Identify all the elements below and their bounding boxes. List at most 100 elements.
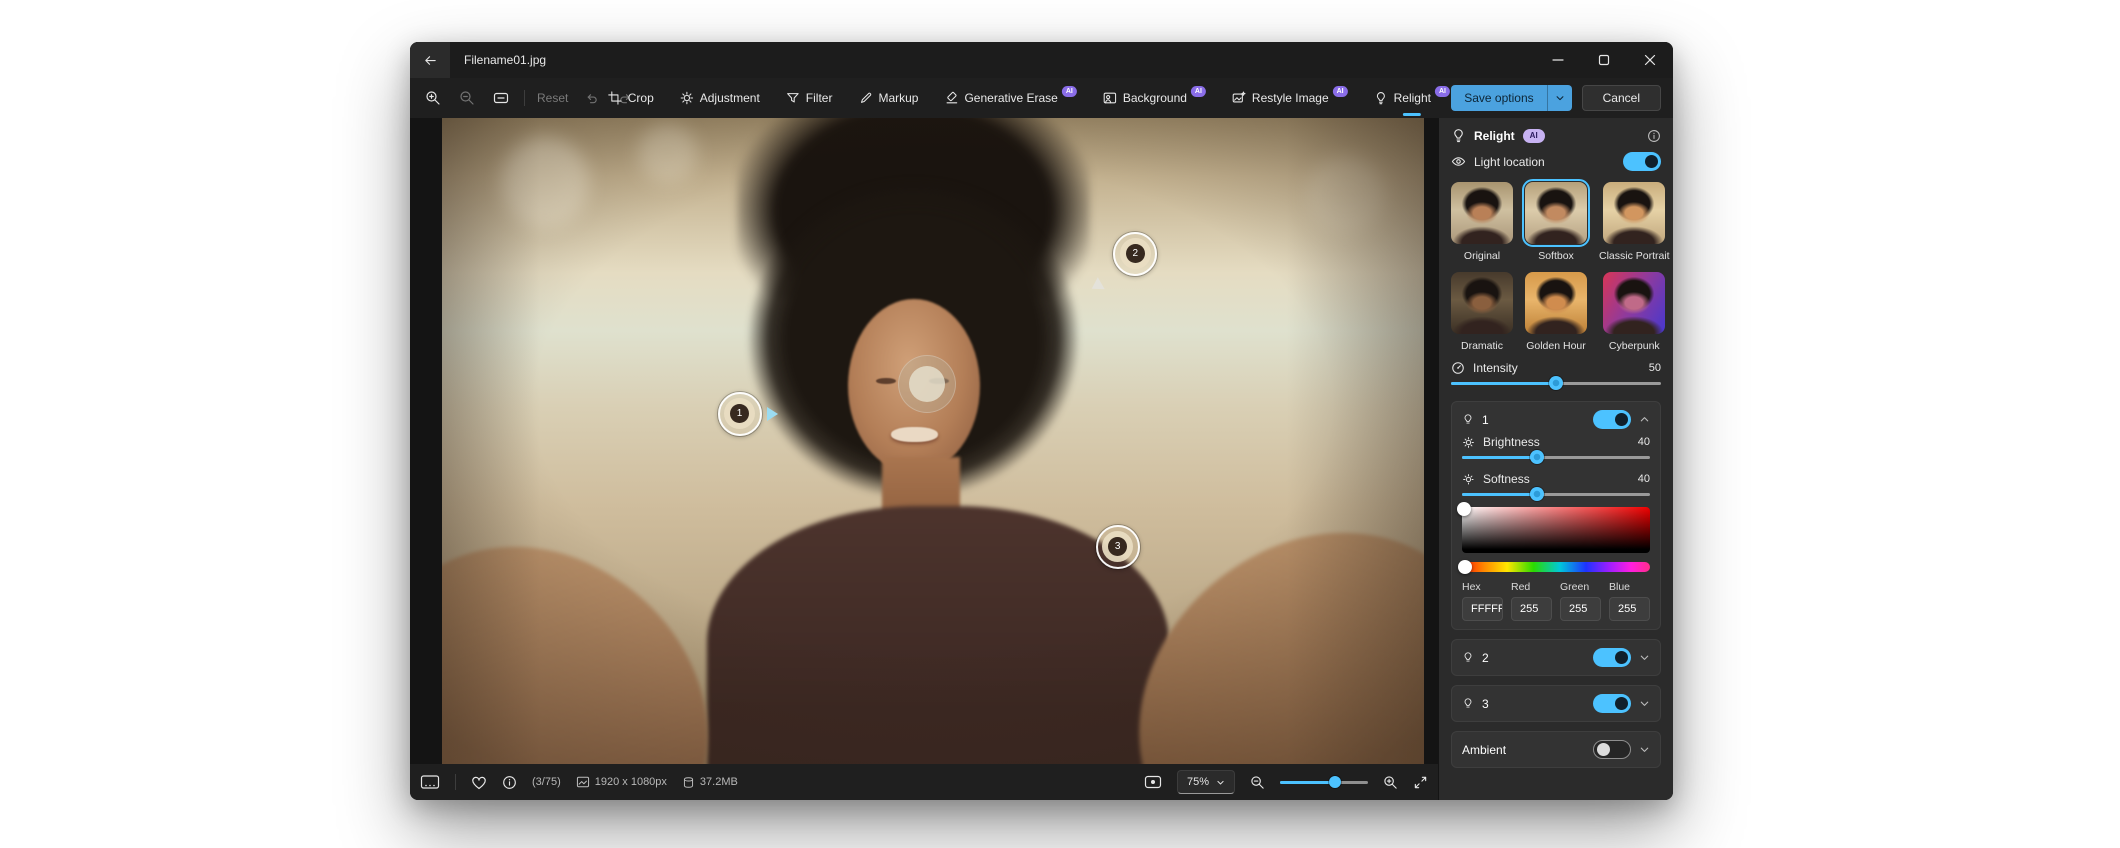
softness-slider-thumb[interactable]: [1530, 487, 1544, 501]
zoom-slider[interactable]: [1280, 781, 1368, 784]
preset-golden-hour[interactable]: Golden Hour: [1525, 272, 1587, 352]
light-2-toggle[interactable]: [1593, 648, 1631, 667]
brightness-slider-thumb[interactable]: [1530, 450, 1544, 464]
relight-presets: Original Softbox Classic Portrait Dramat…: [1451, 182, 1661, 352]
chevron-up-icon[interactable]: [1639, 414, 1650, 425]
brightness-slider[interactable]: [1462, 450, 1650, 464]
cancel-button[interactable]: Cancel: [1582, 85, 1661, 111]
hue-slider[interactable]: [1462, 562, 1650, 572]
softness-value: 40: [1638, 473, 1650, 485]
brightness-label: Brightness: [1483, 435, 1540, 449]
save-options-dropdown-button[interactable]: [1547, 85, 1572, 111]
tab-restyle-image[interactable]: Restyle Image AI: [1232, 78, 1348, 118]
titlebar: Filename01.jpg: [410, 42, 1673, 78]
blue-input[interactable]: [1609, 597, 1650, 621]
back-button[interactable]: [410, 42, 450, 78]
softness-icon: [1462, 473, 1475, 486]
ambient-header[interactable]: Ambient: [1462, 740, 1650, 759]
panel-title: Relight: [1474, 129, 1515, 143]
light-3-toggle[interactable]: [1593, 694, 1631, 713]
ai-badge: AI: [1333, 86, 1348, 97]
color-picker-thumb[interactable]: [1457, 502, 1471, 516]
hue-slider-thumb[interactable]: [1458, 560, 1472, 574]
zoom-out-button[interactable]: [1250, 775, 1265, 790]
tab-markup[interactable]: Markup: [858, 78, 918, 118]
ai-badge: AI: [1062, 86, 1077, 97]
green-input[interactable]: [1560, 597, 1601, 621]
light-location-toggle[interactable]: [1623, 152, 1661, 171]
tab-adjustment[interactable]: Adjustment: [680, 78, 760, 118]
intensity-slider[interactable]: [1451, 376, 1661, 390]
light-location-label: Light location: [1474, 155, 1545, 169]
undo-button[interactable]: [580, 87, 602, 109]
ai-badge: AI: [1435, 86, 1450, 97]
intensity-slider-thumb[interactable]: [1549, 376, 1563, 390]
preset-softbox[interactable]: Softbox: [1525, 182, 1587, 262]
chevron-down-icon[interactable]: [1639, 698, 1650, 709]
tab-relight[interactable]: Relight AI: [1374, 78, 1450, 118]
light-2-header[interactable]: 2: [1462, 648, 1650, 667]
minimize-button[interactable]: [1535, 42, 1581, 78]
light-marker-1[interactable]: 1: [718, 392, 762, 436]
light-3-label: 3: [1482, 697, 1489, 711]
light-bulb-icon: [1462, 697, 1474, 710]
maximize-button[interactable]: [1581, 42, 1627, 78]
reset-button[interactable]: Reset: [537, 91, 568, 105]
zoom-in-tool-button[interactable]: [422, 87, 444, 109]
light-2-card: 2: [1451, 639, 1661, 676]
light-center-indicator[interactable]: [898, 355, 956, 413]
close-button[interactable]: [1627, 42, 1673, 78]
editor-canvas: 1 2 3: [410, 118, 1438, 764]
light-3-header[interactable]: 3: [1462, 694, 1650, 713]
window-title: Filename01.jpg: [464, 53, 546, 67]
save-options-split-button: Save options: [1451, 85, 1571, 111]
softness-label: Softness: [1483, 472, 1530, 486]
file-size: 37.2MB: [700, 776, 738, 788]
light-direction-arrow-1[interactable]: [767, 407, 778, 421]
file-size-icon: [682, 776, 695, 789]
zoom-out-tool-button[interactable]: [456, 87, 478, 109]
light-marker-2[interactable]: 2: [1113, 232, 1157, 276]
light-1-card: 1 Brightness 40: [1451, 401, 1661, 630]
restyle-image-icon: [1232, 91, 1246, 105]
preset-dramatic[interactable]: Dramatic: [1451, 272, 1513, 352]
back-arrow-icon: [423, 53, 438, 68]
light-1-header[interactable]: 1: [1462, 410, 1650, 429]
red-input[interactable]: [1511, 597, 1552, 621]
save-options-button[interactable]: Save options: [1451, 85, 1546, 111]
filmstrip-toggle-button[interactable]: [420, 774, 440, 790]
chevron-down-icon[interactable]: [1639, 744, 1650, 755]
redo-button[interactable]: [614, 87, 636, 109]
light-1-toggle[interactable]: [1593, 410, 1631, 429]
ambient-toggle[interactable]: [1593, 740, 1631, 759]
ambient-label: Ambient: [1462, 743, 1506, 757]
tab-filter[interactable]: Filter: [786, 78, 833, 118]
fullscreen-button[interactable]: [1413, 775, 1428, 790]
red-label: Red: [1511, 581, 1552, 593]
color-saturation-picker[interactable]: [1462, 507, 1650, 553]
canvas-background-toggle-button[interactable]: [1144, 775, 1162, 789]
hex-input[interactable]: [1462, 597, 1503, 621]
tab-background[interactable]: Background AI: [1103, 78, 1206, 118]
softness-slider[interactable]: [1462, 487, 1650, 501]
zoom-level-dropdown[interactable]: 75%: [1177, 770, 1235, 794]
fit-to-window-button[interactable]: [490, 87, 512, 109]
light-location-row: Light location: [1451, 152, 1661, 171]
preset-original[interactable]: Original: [1451, 182, 1513, 262]
light-marker-3[interactable]: 3: [1096, 525, 1140, 569]
intensity-icon: [1451, 361, 1465, 375]
zoom-slider-thumb[interactable]: [1329, 776, 1341, 788]
chevron-down-icon: [1216, 778, 1225, 787]
statusbar: (3/75) 1920 x 1080px 37.2MB 75: [410, 764, 1438, 800]
zoom-in-button[interactable]: [1383, 775, 1398, 790]
preset-cyberpunk[interactable]: Cyberpunk: [1599, 272, 1670, 352]
ai-badge: AI: [1523, 129, 1545, 143]
light-2-label: 2: [1482, 651, 1489, 665]
chevron-down-icon[interactable]: [1639, 652, 1650, 663]
tab-generative-erase[interactable]: Generative Erase AI: [944, 78, 1076, 118]
preset-classic-portrait[interactable]: Classic Portrait: [1599, 182, 1670, 262]
info-icon[interactable]: [1647, 129, 1661, 143]
favorite-heart-button[interactable]: [471, 775, 487, 790]
hex-label: Hex: [1462, 581, 1503, 593]
file-info-button[interactable]: [502, 775, 517, 790]
